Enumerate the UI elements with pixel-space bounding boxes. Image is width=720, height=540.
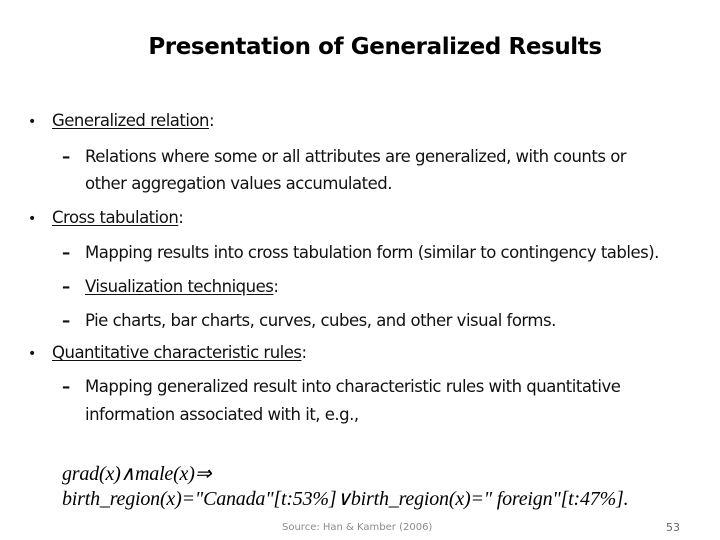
bullet-term: Quantitative characteristic rules (52, 343, 302, 362)
subitem-mapping-cross: – Mapping results into cross tabulation f… (62, 243, 659, 262)
subitem-term: Visualization techniques (85, 277, 274, 296)
bullet-suffix: : (301, 343, 308, 362)
bullet-generalized-relation: • Generalized relation: (28, 111, 215, 130)
dash-marker: – (62, 377, 70, 396)
bullet-term: Generalized relation (52, 111, 210, 130)
bullet-suffix: : (178, 208, 184, 227)
formula-line-1: grad(x)∧male(x)⇒ (62, 463, 212, 485)
dash-marker: – (62, 243, 70, 262)
bullet-marker: • (28, 346, 36, 362)
subitem-relations-cont: other aggregation values accumulated. (85, 174, 392, 193)
bullet-marker: • (28, 114, 36, 130)
page-number: 53 (666, 521, 680, 534)
subitem-relations: – Relations where some or all attributes … (62, 147, 627, 166)
subitem-suffix: : (273, 277, 279, 296)
bullet-suffix: : (209, 111, 215, 130)
bullet-marker: • (28, 211, 36, 227)
subitem-pie-charts: – Pie charts, bar charts, curves, cubes, … (62, 311, 556, 330)
subitem-mapping-rules-cont: information associated with it, e.g., (85, 405, 359, 424)
slide-title: Presentation of Generalized Results (148, 34, 602, 60)
dash-marker: – (62, 277, 70, 296)
subitem-visualization: – Visualization techniques: (62, 277, 279, 296)
subitem-text: Relations where some or all attributes a… (85, 147, 627, 166)
subitem-text: Mapping results into cross tabulation fo… (85, 243, 659, 262)
bullet-term: Cross tabulation (52, 208, 179, 227)
subitem-mapping-rules: – Mapping generalized result into charact… (62, 377, 621, 396)
formula-line-2: birth_region(x)="Canada"[t:53%]∨birth_re… (62, 488, 629, 510)
footer-source: Source: Han & Kamber (2006) (282, 522, 433, 533)
bullet-quantitative-rules: • Quantitative characteristic rules: (28, 343, 307, 362)
subitem-text: Pie charts, bar charts, curves, cubes, a… (85, 311, 556, 330)
dash-marker: – (62, 147, 70, 166)
bullet-cross-tabulation: • Cross tabulation: (28, 208, 184, 227)
subitem-text: Mapping generalized result into characte… (85, 377, 621, 396)
dash-marker: – (62, 311, 70, 330)
